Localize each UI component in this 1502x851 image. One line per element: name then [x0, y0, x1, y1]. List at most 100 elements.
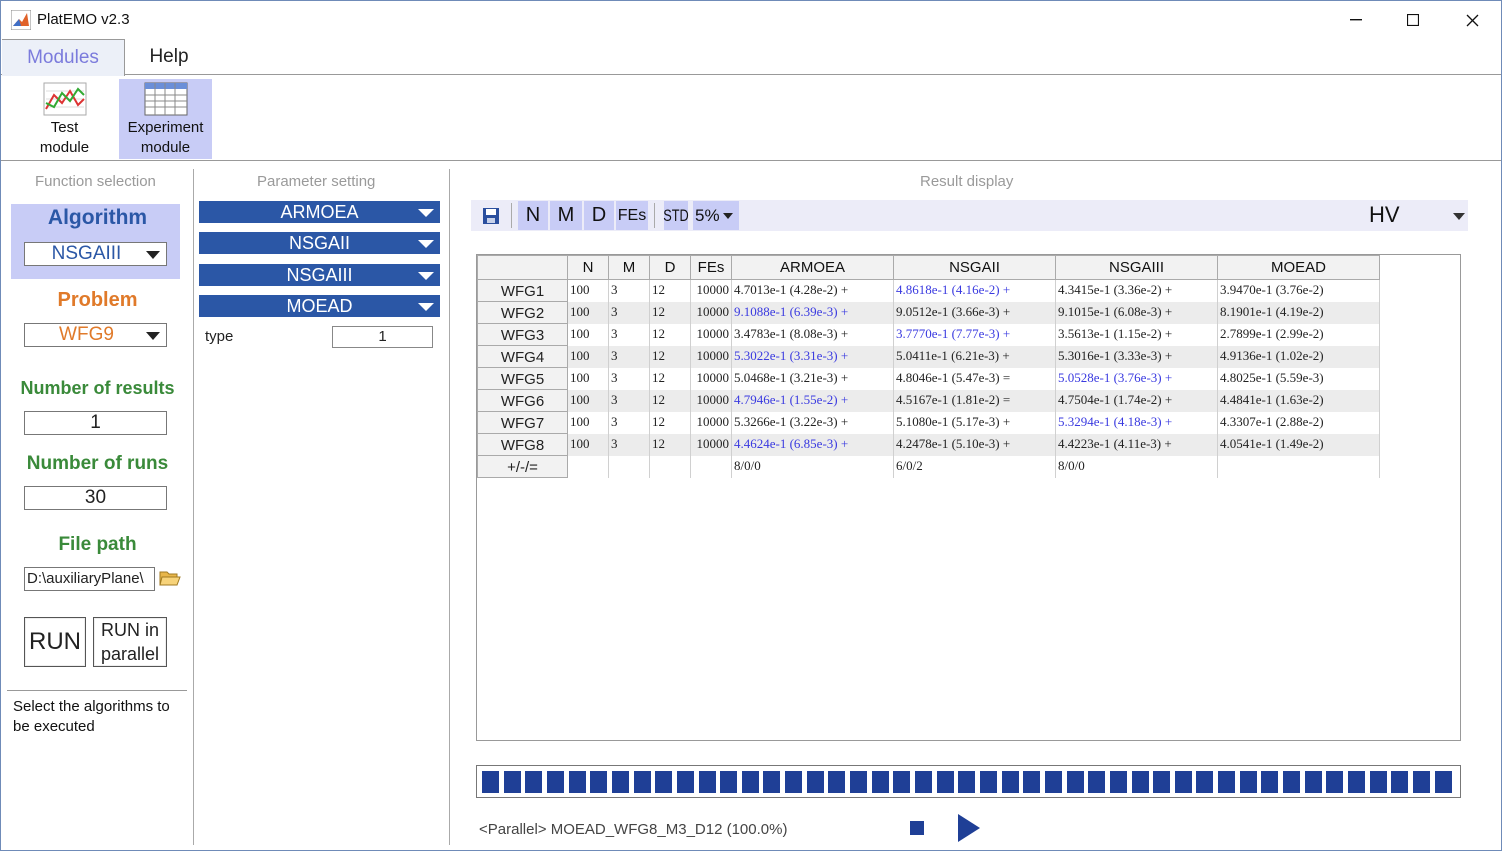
table-cell: 100 — [567, 411, 609, 434]
row-header[interactable]: WFG5 — [477, 367, 568, 390]
row-header[interactable]: WFG1 — [477, 279, 568, 302]
chevron-down-icon[interactable] — [1453, 213, 1465, 220]
row-header[interactable]: WFG7 — [477, 411, 568, 434]
progress-block — [525, 771, 543, 793]
progress-block — [590, 771, 608, 793]
table-cell: 100 — [567, 323, 609, 346]
progress-block — [1412, 771, 1430, 793]
spreadsheet-icon — [144, 82, 187, 116]
metric-select-value[interactable]: HV — [1369, 202, 1400, 228]
toggle-n-button[interactable]: N — [518, 201, 548, 230]
progress-block — [1348, 771, 1365, 793]
play-icon[interactable] — [958, 814, 980, 842]
progress-block — [871, 771, 889, 793]
table-cell: 3.9470e-1 (3.76e-2) — [1217, 279, 1380, 302]
algorithm-armoea-select[interactable]: ARMOEA — [199, 201, 440, 223]
algorithm-moead-select[interactable]: MOEAD — [199, 295, 440, 317]
test-module-button[interactable]: Test module — [18, 79, 111, 159]
toggle-fes-button[interactable]: FEs — [616, 201, 648, 230]
minimize-button[interactable] — [1327, 1, 1385, 39]
number-of-results-input[interactable]: 1 — [24, 411, 167, 435]
table-cell: 100 — [567, 389, 609, 412]
stop-icon[interactable] — [910, 821, 924, 835]
title-bar: PlatEMO v2.3 — [1, 1, 1501, 39]
results-table-body: WFG1 100 3 12 10000 4.7013e-1 (4.28e-2) +4.86… — [477, 279, 1380, 478]
table-cell: 5.3016e-1 (3.33e-3) + — [1055, 345, 1218, 368]
table-cell: 3 — [608, 433, 650, 456]
save-button[interactable] — [479, 201, 503, 230]
table-cell: 9.0512e-1 (3.66e-3) + — [893, 301, 1056, 324]
folder-open-icon[interactable] — [159, 569, 181, 587]
toolbar-separator — [511, 203, 512, 228]
significance-select[interactable]: 5% — [693, 201, 739, 230]
column-header[interactable]: D — [649, 255, 691, 280]
divider — [7, 690, 187, 691]
chevron-down-icon — [418, 303, 434, 311]
table-row: WFG7 100 3 12 10000 5.3266e-1 (3.22e-3) +5.10… — [477, 411, 1380, 434]
progress-block — [1066, 771, 1084, 793]
close-button[interactable] — [1443, 1, 1501, 39]
run-button[interactable]: RUN — [24, 617, 86, 667]
row-header[interactable]: WFG4 — [477, 345, 568, 368]
progress-block — [676, 771, 694, 793]
row-header[interactable]: +/-/= — [477, 455, 568, 478]
progress-bar — [476, 765, 1461, 798]
progress-block — [1023, 771, 1041, 793]
table-cell: 4.5167e-1 (1.81e-2) = — [893, 389, 1056, 412]
maximize-icon — [1407, 14, 1419, 26]
algorithm-select[interactable]: NSGAIII — [24, 242, 167, 266]
table-cell: 12 — [649, 323, 691, 346]
progress-block — [979, 771, 997, 793]
column-header[interactable]: MOEAD — [1217, 255, 1380, 280]
column-header[interactable]: ARMOEA — [731, 255, 894, 280]
progress-block — [1153, 771, 1171, 793]
table-cell — [649, 455, 691, 478]
column-header[interactable]: M — [608, 255, 650, 280]
problem-select[interactable]: WFG9 — [24, 323, 167, 347]
table-cell: 8/0/0 — [1055, 455, 1218, 478]
progress-block — [655, 771, 673, 793]
algorithm-nsgaii-select[interactable]: NSGAII — [199, 232, 440, 254]
run-in-parallel-button[interactable]: RUN in parallel — [93, 617, 167, 667]
row-header[interactable]: WFG8 — [477, 433, 568, 456]
row-header[interactable]: WFG6 — [477, 389, 568, 412]
table-cell: 4.7013e-1 (4.28e-2) + — [731, 279, 894, 302]
progress-block — [720, 771, 738, 793]
table-cell: 4.4223e-1 (4.11e-3) + — [1055, 433, 1218, 456]
param-type-input[interactable]: 1 — [332, 326, 433, 348]
table-cell: 5.1080e-1 (5.17e-3) + — [893, 411, 1056, 434]
table-cell: 3 — [608, 367, 650, 390]
table-cell: 100 — [567, 279, 609, 302]
row-header[interactable]: WFG2 — [477, 301, 568, 324]
table-cell: 10000 — [690, 433, 732, 456]
maximize-button[interactable] — [1384, 1, 1442, 39]
table-cell: 10000 — [690, 345, 732, 368]
progress-block — [763, 771, 781, 793]
chevron-down-icon — [146, 251, 160, 259]
column-header[interactable]: NSGAIII — [1055, 255, 1218, 280]
progress-block — [1196, 771, 1214, 793]
toggle-m-button[interactable]: M — [550, 201, 582, 230]
file-path-input[interactable]: D:\auxiliaryPlane\ — [24, 567, 155, 591]
tab-help[interactable]: Help — [125, 39, 213, 75]
std-button[interactable]: STD — [663, 201, 689, 230]
chevron-down-icon — [722, 212, 733, 219]
table-cell: 6/0/2 — [893, 455, 1056, 478]
progress-block — [1239, 771, 1257, 793]
progress-block — [785, 771, 803, 793]
toggle-d-button[interactable]: D — [584, 201, 614, 230]
column-header[interactable]: FEs — [690, 255, 732, 280]
experiment-module-button[interactable]: Experiment module — [119, 79, 212, 159]
table-cell: 12 — [649, 279, 691, 302]
algorithm-nsgaiii-select[interactable]: NSGAIII — [199, 264, 440, 286]
table-row: WFG5 100 3 12 10000 5.0468e-1 (3.21e-3) +4.80… — [477, 367, 1380, 390]
row-header[interactable]: WFG3 — [477, 323, 568, 346]
column-header[interactable]: N — [567, 255, 609, 280]
number-of-runs-input[interactable]: 30 — [24, 486, 167, 510]
column-header[interactable]: NSGAII — [893, 255, 1056, 280]
table-header-row: N M D FEs ARMOEA NSGAII NSGAIII MOEAD — [477, 255, 1380, 280]
table-cell: 3 — [608, 323, 650, 346]
tab-modules[interactable]: Modules — [2, 39, 125, 76]
table-cell: 10000 — [690, 367, 732, 390]
module-ribbon: Test module Experiment module — [1, 75, 1501, 161]
